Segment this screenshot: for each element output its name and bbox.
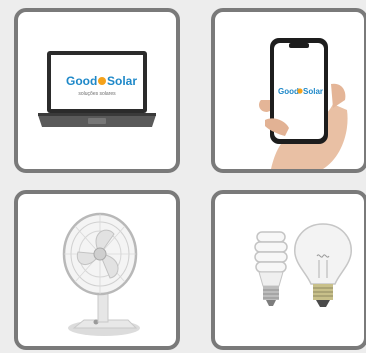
incandescent-bulb-icon <box>294 223 352 307</box>
fan-card[interactable] <box>14 190 180 350</box>
laptop-logo-tagline: soluções solares <box>78 91 116 97</box>
light-bulb-icon <box>254 223 352 307</box>
smartphone-icon: Good Solar <box>259 38 348 169</box>
svg-text:Solar: Solar <box>107 74 137 88</box>
laptop-logo-part1: Good <box>66 74 97 88</box>
sun-icon <box>98 77 106 85</box>
laptop-card[interactable]: Good Solar soluções solares <box>14 8 180 173</box>
sun-icon <box>297 88 303 94</box>
phone-logo-part2: Solar <box>303 87 323 96</box>
cfl-bulb-icon <box>254 231 288 306</box>
fan-icon <box>62 212 140 336</box>
smartphone-card[interactable]: Good Solar <box>211 8 366 173</box>
laptop-logo-part2: Solar <box>107 74 137 88</box>
laptop-icon: Good Solar soluções solares <box>38 51 156 127</box>
phone-logo-part1: Good <box>278 87 299 96</box>
svg-text:Solar: Solar <box>303 87 323 96</box>
light-bulbs-card[interactable] <box>211 190 366 350</box>
svg-text:Good: Good <box>66 74 97 88</box>
svg-text:Good: Good <box>278 87 299 96</box>
svg-text:soluções solares: soluções solares <box>78 91 116 97</box>
